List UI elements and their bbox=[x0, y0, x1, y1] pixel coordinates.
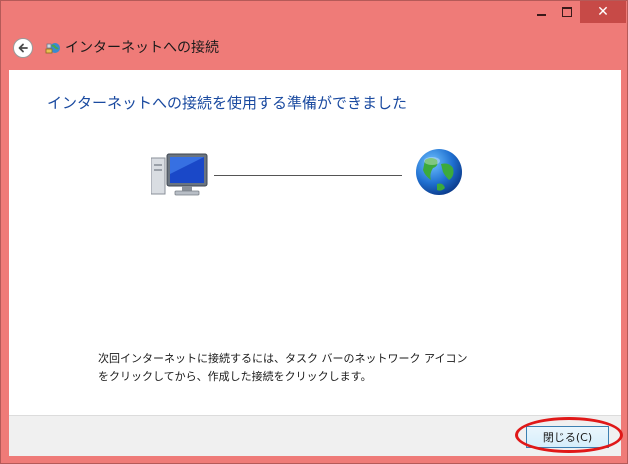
globe-icon bbox=[416, 149, 462, 195]
window-title: インターネットへの接続 bbox=[65, 40, 219, 56]
back-button[interactable] bbox=[13, 38, 33, 58]
maximize-icon bbox=[562, 7, 572, 17]
close-button[interactable]: 閉じる(C) bbox=[526, 426, 609, 448]
minimize-button[interactable] bbox=[528, 1, 554, 23]
minimize-icon bbox=[536, 13, 546, 16]
instruction-text: 次回インターネットに接続するには、タスク バーのネットワーク アイコンをクリック… bbox=[98, 352, 468, 383]
connection-line bbox=[214, 175, 402, 176]
connect-to-internet-window: ✕ インターネットへの接続 インターネットへの接続を使用する準備ができました 次… bbox=[0, 0, 628, 464]
maximize-button[interactable] bbox=[554, 1, 580, 23]
computer-icon bbox=[151, 153, 208, 196]
back-arrow-icon bbox=[18, 43, 28, 53]
close-window-button[interactable]: ✕ bbox=[580, 1, 626, 23]
close-icon: ✕ bbox=[597, 4, 609, 20]
content-panel: インターネットへの接続を使用する準備ができました 次回インターネットに接続するに… bbox=[9, 70, 621, 415]
page-heading: インターネットへの接続を使用する準備ができました bbox=[47, 94, 408, 112]
network-connection-icon bbox=[45, 43, 60, 54]
